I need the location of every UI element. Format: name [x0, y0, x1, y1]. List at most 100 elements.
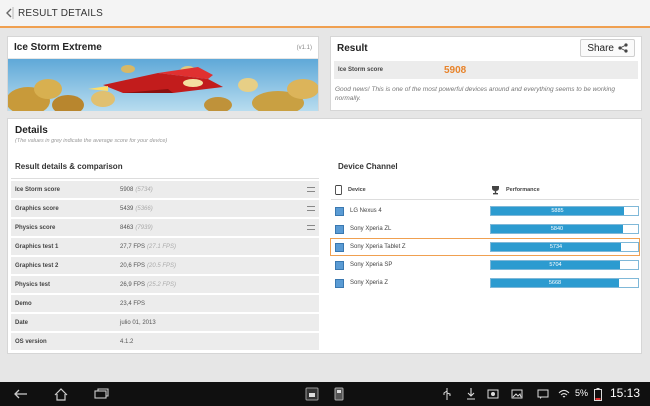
row-value: 27,7 FPS [120, 243, 146, 250]
score-value: 5908 [444, 64, 467, 76]
row-average: (5734) [135, 186, 153, 193]
row-value: 20,6 FPS [120, 262, 146, 269]
details-subtitle: (The values in grey indicate the average… [15, 138, 168, 144]
back-nav-icon[interactable] [12, 386, 30, 402]
row-label: Graphics score [11, 200, 116, 217]
detail-row-physics-test: Physics test 26,9 FPS (25.2 FPS) [11, 276, 319, 293]
device-name-cell: Sony Xperia ZL [331, 221, 485, 237]
expand-icon[interactable] [305, 181, 317, 198]
trophy-icon [492, 186, 499, 195]
home-nav-icon[interactable] [52, 386, 70, 402]
row-value: 26,9 FPS [120, 281, 146, 288]
device-thumbnail-icon [335, 278, 344, 288]
performance-score: 5704 [549, 262, 562, 268]
row-label: Date [11, 314, 116, 331]
device-channel: Device Performance LG Nexus 4 5885 Sony Xp… [330, 178, 640, 352]
expand-icon[interactable] [305, 219, 317, 236]
download-icon [464, 386, 478, 402]
row-value: 5908 [120, 186, 134, 193]
status-clock: 15:13 [609, 386, 640, 400]
detail-row-ice-storm-score[interactable]: Ice Storm score 5908 (5734) [11, 181, 319, 198]
device-name: Sony Xperia Tablet Z [350, 244, 406, 250]
row-label: Graphics test 1 [11, 238, 116, 255]
device-row[interactable]: Sony Xperia Tablet Z 5734 [330, 238, 640, 256]
row-label: OS version [11, 333, 116, 350]
test-banner-image [8, 59, 318, 111]
result-message: Good news! This is one of the most power… [335, 86, 616, 102]
score-row: Ice Storm score 5908 [334, 61, 638, 79]
performance-bar: 5734 [490, 242, 639, 252]
device-thumbnail-icon [335, 242, 344, 252]
share-button[interactable]: Share [580, 39, 635, 57]
system-navigation-bar: 5% 15:13 [0, 382, 650, 406]
row-average: (25.2 FPS) [147, 281, 177, 288]
expand-icon[interactable] [305, 200, 317, 217]
row-label: Demo [11, 295, 116, 312]
message-icon [536, 386, 550, 402]
detail-row-graphics-score[interactable]: Graphics score 5439 (5366) [11, 200, 319, 217]
screenshot-icon [486, 386, 500, 402]
device-column-label: Device [348, 187, 366, 193]
device-thumbnail-icon [335, 206, 344, 216]
detail-row-graphics-test-1: Graphics test 1 27,7 FPS (27.1 FPS) [11, 238, 319, 255]
gallery-icon [510, 386, 524, 402]
test-version: (v1.1) [296, 44, 312, 51]
performance-score: 5734 [549, 244, 563, 250]
remote-icon[interactable] [332, 386, 346, 402]
row-value: 23,4 FPS [120, 300, 146, 307]
detail-row-os-version: OS version 4.1.2 [11, 333, 319, 350]
performance-score: 5885 [551, 208, 564, 214]
detail-row-demo: Demo 23,4 FPS [11, 295, 319, 312]
back-button[interactable] [4, 3, 18, 23]
device-thumbnail-icon [335, 260, 344, 270]
performance-score: 5668 [548, 280, 562, 286]
device-row[interactable]: Sony Xperia SP 5704 [331, 257, 639, 273]
row-average: (27.1 FPS) [147, 243, 177, 250]
performance-score: 5840 [550, 226, 564, 232]
row-label: Physics test [11, 276, 116, 293]
recent-apps-icon[interactable] [92, 386, 110, 402]
device-name: Sony Xperia SP [350, 262, 393, 268]
device-name-cell: Sony Xperia Z [331, 275, 485, 291]
details-title: Details [15, 125, 48, 136]
action-bar: RESULT DETAILS [0, 0, 650, 28]
performance-column-header: Performance [491, 182, 540, 198]
wifi-icon [557, 386, 571, 402]
performance-column-label: Performance [506, 187, 540, 193]
share-icon [618, 43, 628, 53]
device-row[interactable]: Sony Xperia ZL 5840 [331, 221, 639, 237]
performance-bar: 5885 [490, 206, 639, 216]
phone-icon [335, 185, 342, 195]
device-row[interactable]: LG Nexus 4 5885 [331, 203, 639, 219]
detail-row-graphics-test-2: Graphics test 2 20,6 FPS (20.5 FPS) [11, 257, 319, 274]
row-label: Physics score [11, 219, 116, 236]
performance-bar: 5704 [490, 260, 639, 270]
row-average: (5366) [135, 205, 153, 212]
share-label: Share [587, 42, 614, 54]
result-details-table: Ice Storm score 5908 (5734) Graphics scor… [11, 178, 319, 352]
row-label: Ice Storm score [11, 181, 116, 198]
device-name-cell: LG Nexus 4 [331, 203, 485, 219]
test-name: Ice Storm Extreme [14, 42, 102, 53]
battery-percent: 5% [575, 388, 589, 398]
performance-bar: 5668 [490, 278, 639, 288]
device-thumbnail-icon [335, 224, 344, 234]
row-label: Graphics test 2 [11, 257, 116, 274]
test-panel: Ice Storm Extreme (v1.1) [7, 36, 319, 111]
row-value: julio 01, 2013 [120, 319, 156, 326]
device-name-cell: Sony Xperia SP [331, 257, 485, 273]
score-label: Ice Storm score [338, 67, 384, 73]
result-panel: Result Share Ice Storm score 5908 Good n… [330, 36, 642, 111]
row-value: 5439 [120, 205, 134, 212]
detail-row-physics-score[interactable]: Physics score 8463 (7939) [11, 219, 319, 236]
small-app-icon[interactable] [303, 386, 321, 402]
comparison-title: Result details & comparison [15, 162, 123, 171]
device-name: LG Nexus 4 [350, 208, 382, 214]
ice-storm-artwork [8, 59, 318, 111]
row-average: (7939) [135, 224, 153, 231]
device-name: Sony Xperia ZL [350, 226, 392, 232]
result-title: Result [337, 42, 368, 54]
device-row[interactable]: Sony Xperia Z 5668 [331, 275, 639, 291]
detail-row-date: Date julio 01, 2013 [11, 314, 319, 331]
device-column-header: Device [335, 182, 366, 198]
